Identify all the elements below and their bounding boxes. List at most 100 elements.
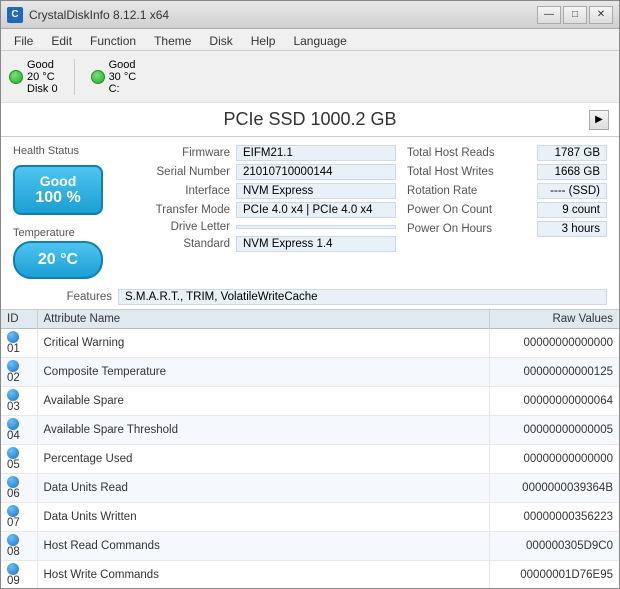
col-id: ID <box>1 310 37 329</box>
row-id: 01 <box>1 329 37 358</box>
temp-value: 20 °C <box>38 251 78 268</box>
detail-standard: Standard NVM Express 1.4 <box>131 236 399 252</box>
col-attr-name: Attribute Name <box>37 310 489 329</box>
stat-power-hours: Power On Hours 3 hours <box>407 221 607 237</box>
features-value: S.M.A.R.T., TRIM, VolatileWriteCache <box>118 289 607 305</box>
window-title: CrystalDiskInfo 8.12.1 x64 <box>29 8 169 22</box>
minimize-button[interactable]: — <box>537 6 561 24</box>
detail-firmware: Firmware EIFM21.1 <box>131 145 399 161</box>
row-icon <box>7 360 19 372</box>
row-id: 04 <box>1 416 37 445</box>
maximize-button[interactable]: □ <box>563 6 587 24</box>
temp-badge: 20 °C <box>13 241 103 279</box>
rotation-label: Rotation Rate <box>407 185 477 197</box>
disk-title: PCIe SSD 1000.2 GB <box>223 109 396 130</box>
temp-label: Temperature <box>13 227 123 239</box>
table-header-row: ID Attribute Name Raw Values <box>1 310 619 329</box>
toolbar: Good 20 °C Disk 0 Good 30 °C C: <box>1 51 619 103</box>
standard-value: NVM Express 1.4 <box>236 236 396 252</box>
row-raw-value: 00000000000064 <box>489 387 619 416</box>
menu-help[interactable]: Help <box>242 31 285 48</box>
table-row: 04 Available Spare Threshold 00000000000… <box>1 416 619 445</box>
host-writes-label: Total Host Writes <box>407 166 494 178</box>
row-raw-value: 00000000000125 <box>489 358 619 387</box>
detail-driveletter: Drive Letter <box>131 221 399 233</box>
features-row: Features S.M.A.R.T., TRIM, VolatileWrite… <box>1 287 619 309</box>
drive-0-indicator[interactable]: Good 20 °C Disk 0 <box>9 59 58 95</box>
row-raw-value: 00000000356223 <box>489 503 619 532</box>
table-row: 01 Critical Warning 00000000000000 <box>1 329 619 358</box>
menu-edit[interactable]: Edit <box>42 31 81 48</box>
row-raw-value: 0000000039364B <box>489 474 619 503</box>
drive-c-label: C: <box>109 83 137 95</box>
power-count-label: Power On Count <box>407 204 492 216</box>
row-icon <box>7 389 19 401</box>
row-id: 03 <box>1 387 37 416</box>
attributes-table: ID Attribute Name Raw Values 01 Critical… <box>1 310 619 588</box>
row-attr-name: Critical Warning <box>37 329 489 358</box>
detail-serial: Serial Number 21010710000144 <box>131 164 399 180</box>
row-raw-value: 00000000000005 <box>489 416 619 445</box>
row-id: 06 <box>1 474 37 503</box>
row-id: 08 <box>1 532 37 561</box>
row-id: 09 <box>1 561 37 588</box>
title-bar-left: C CrystalDiskInfo 8.12.1 x64 <box>7 7 169 23</box>
serial-value: 21010710000144 <box>236 164 396 180</box>
details-col: Firmware EIFM21.1 Serial Number 21010710… <box>131 145 399 279</box>
health-status: Good <box>23 173 93 189</box>
detail-transfer: Transfer Mode PCIe 4.0 x4 | PCIe 4.0 x4 <box>131 202 399 218</box>
table-row: 06 Data Units Read 0000000039364B <box>1 474 619 503</box>
row-attr-name: Host Write Commands <box>37 561 489 588</box>
content-area: PCIe SSD 1000.2 GB ▶ Health Status Good … <box>1 103 619 588</box>
row-icon <box>7 505 19 517</box>
drive-0-status-dot <box>9 70 23 84</box>
nav-next-button[interactable]: ▶ <box>589 110 609 130</box>
transfer-label: Transfer Mode <box>131 204 236 216</box>
stat-power-count: Power On Count 9 count <box>407 202 607 218</box>
interface-value: NVM Express <box>236 183 396 199</box>
drive-0-temp: 20 °C <box>27 71 58 83</box>
row-raw-value: 000000305D9C0 <box>489 532 619 561</box>
health-percent: 100 % <box>23 189 93 207</box>
host-reads-value: 1787 GB <box>537 145 607 161</box>
toolbar-separator <box>74 59 75 95</box>
drive-c-status: Good <box>109 59 137 71</box>
menu-language[interactable]: Language <box>284 31 355 48</box>
row-raw-value: 00000000000000 <box>489 445 619 474</box>
attributes-table-section[interactable]: ID Attribute Name Raw Values 01 Critical… <box>1 309 619 588</box>
title-bar: C CrystalDiskInfo 8.12.1 x64 — □ ✕ <box>1 1 619 29</box>
power-hours-value: 3 hours <box>537 221 607 237</box>
drive-c-indicator[interactable]: Good 30 °C C: <box>91 59 137 95</box>
row-id: 02 <box>1 358 37 387</box>
power-count-value: 9 count <box>537 202 607 218</box>
menu-function[interactable]: Function <box>81 31 145 48</box>
health-badge: Good 100 % <box>13 165 103 215</box>
menu-file[interactable]: File <box>5 31 42 48</box>
main-window: C CrystalDiskInfo 8.12.1 x64 — □ ✕ File … <box>0 0 620 589</box>
row-attr-name: Available Spare Threshold <box>37 416 489 445</box>
table-row: 08 Host Read Commands 000000305D9C0 <box>1 532 619 561</box>
window-controls: — □ ✕ <box>537 6 613 24</box>
row-attr-name: Data Units Written <box>37 503 489 532</box>
firmware-label: Firmware <box>131 147 236 159</box>
table-body: 01 Critical Warning 00000000000000 02 Co… <box>1 329 619 589</box>
table-row: 05 Percentage Used 00000000000000 <box>1 445 619 474</box>
rotation-value: ---- (SSD) <box>537 183 607 199</box>
row-icon <box>7 331 19 343</box>
close-button[interactable]: ✕ <box>589 6 613 24</box>
row-icon <box>7 447 19 459</box>
host-reads-label: Total Host Reads <box>407 147 495 159</box>
row-id: 07 <box>1 503 37 532</box>
row-icon <box>7 418 19 430</box>
menu-theme[interactable]: Theme <box>145 31 200 48</box>
stat-rotation: Rotation Rate ---- (SSD) <box>407 183 607 199</box>
stat-host-reads: Total Host Reads 1787 GB <box>407 145 607 161</box>
serial-label: Serial Number <box>131 166 236 178</box>
stats-col: Total Host Reads 1787 GB Total Host Writ… <box>407 145 607 279</box>
menu-disk[interactable]: Disk <box>200 31 241 48</box>
table-row: 03 Available Spare 00000000000064 <box>1 387 619 416</box>
drive-0-status: Good <box>27 59 58 71</box>
row-attr-name: Data Units Read <box>37 474 489 503</box>
drive-c-info: Good 30 °C C: <box>109 59 137 95</box>
row-icon <box>7 563 19 575</box>
